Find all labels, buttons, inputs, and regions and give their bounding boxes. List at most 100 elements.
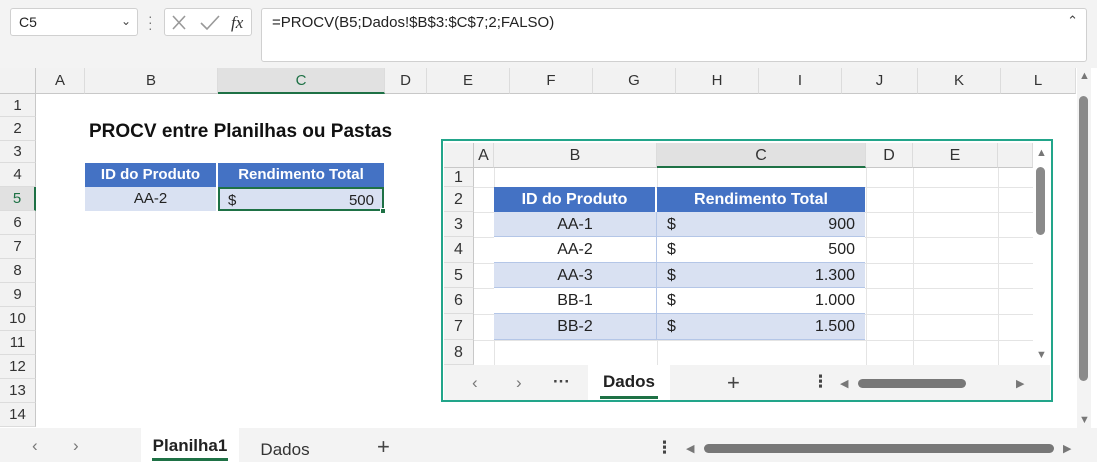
embedded-horizontal-scroll-thumb[interactable] — [858, 379, 966, 388]
row-header-12[interactable]: 12 — [0, 355, 36, 379]
embedded-column-header-c[interactable]: C — [657, 143, 866, 168]
more-options-icon[interactable]: · · · — [148, 9, 153, 35]
row-header-5[interactable]: 5 — [0, 187, 36, 211]
embedded-table-cell-value[interactable]: $1.500 — [657, 314, 865, 340]
embedded-scroll-up-icon[interactable]: ▲ — [1036, 147, 1047, 159]
embedded-gridline-v — [866, 168, 867, 365]
header-id-produto[interactable]: ID do Produto — [85, 163, 217, 187]
embedded-prev-sheet-icon[interactable]: ‹ — [472, 373, 478, 393]
name-box[interactable]: C5 ⌄ — [10, 8, 138, 36]
row-header-9[interactable]: 9 — [0, 283, 36, 307]
fill-handle[interactable] — [380, 208, 386, 214]
embedded-row-header-5[interactable]: 5 — [444, 263, 474, 288]
row-header-13[interactable]: 13 — [0, 379, 36, 403]
column-header-f[interactable]: F — [510, 68, 593, 94]
embedded-scroll-left-icon[interactable]: ◀ — [840, 377, 848, 390]
header-rendimento-total[interactable]: Rendimento Total — [218, 163, 384, 187]
collapse-icon[interactable]: ⌃ — [1067, 13, 1078, 29]
row-header-6[interactable]: 6 — [0, 211, 36, 235]
embedded-select-all-corner[interactable] — [444, 143, 474, 168]
embedded-table-cell-id[interactable]: AA-3 — [494, 263, 657, 288]
vertical-scrollbar[interactable]: ▲ ▼ — [1077, 68, 1091, 428]
cell-c5-value: 500 — [348, 192, 374, 209]
column-header-d[interactable]: D — [385, 68, 427, 94]
embedded-table-cell-value[interactable]: $900 — [657, 212, 865, 237]
formula-icons: fx — [172, 13, 244, 32]
embedded-header-rendimento-total[interactable]: Rendimento Total — [657, 187, 865, 212]
row-header-7[interactable]: 7 — [0, 235, 36, 259]
column-header-a[interactable]: A — [36, 68, 85, 94]
embedded-table-cell-id[interactable]: BB-1 — [494, 288, 657, 314]
column-header-i[interactable]: I — [759, 68, 842, 94]
column-header-b[interactable]: B — [85, 68, 218, 94]
embedded-row-header-2[interactable]: 2 — [444, 187, 474, 212]
column-header-c[interactable]: C — [218, 68, 385, 94]
scroll-left-icon[interactable]: ◀ — [686, 442, 694, 455]
embedded-tab-dados[interactable]: Dados — [588, 365, 670, 400]
embedded-table-cell-value[interactable]: $1.000 — [657, 288, 865, 314]
embedded-table-cell-id[interactable]: AA-1 — [494, 212, 657, 237]
embedded-column-header-b[interactable]: B — [494, 143, 657, 168]
cell-c5-selected[interactable]: $ 500 — [218, 187, 384, 211]
chevron-down-icon[interactable]: ⌄ — [121, 14, 131, 28]
cancel-icon[interactable] — [172, 15, 186, 30]
embedded-row-header-6[interactable]: 6 — [444, 288, 474, 314]
embedded-vertical-scroll-thumb[interactable] — [1036, 167, 1045, 235]
embedded-header-id-produto[interactable]: ID do Produto — [494, 187, 656, 212]
add-sheet-icon[interactable]: + — [377, 434, 390, 460]
embedded-table-cell-value[interactable]: $500 — [657, 237, 865, 263]
embedded-row-header-4[interactable]: 4 — [444, 237, 474, 263]
scroll-down-icon[interactable]: ▼ — [1079, 414, 1090, 426]
scroll-up-icon[interactable]: ▲ — [1079, 70, 1090, 82]
column-header-k[interactable]: K — [918, 68, 1001, 94]
embedded-horizontal-scrollbar[interactable]: ◀ ▶ — [838, 376, 1030, 390]
row-header-14[interactable]: 14 — [0, 403, 36, 427]
name-box-value: C5 — [19, 14, 37, 30]
vertical-scroll-thumb[interactable] — [1079, 96, 1088, 381]
horizontal-scrollbar[interactable]: ◀ ▶ — [684, 441, 1076, 455]
embedded-table-cell-id[interactable]: BB-2 — [494, 314, 657, 340]
tab-planilha1[interactable]: Planilha1 — [141, 428, 239, 462]
column-header-g[interactable]: G — [593, 68, 676, 94]
embedded-scroll-right-icon[interactable]: ▶ — [1016, 377, 1024, 390]
row-header-10[interactable]: 10 — [0, 307, 36, 331]
column-header-j[interactable]: J — [842, 68, 918, 94]
embedded-cell-currency: $ — [667, 318, 676, 335]
tab-options-icon[interactable]: ⋮ — [656, 438, 673, 458]
horizontal-scroll-thumb[interactable] — [704, 444, 1054, 453]
row-header-2[interactable]: 2 — [0, 117, 36, 141]
column-header-l[interactable]: L — [1001, 68, 1076, 94]
embedded-tab-options-icon[interactable]: ⋮ — [812, 372, 829, 392]
embedded-table-cell-value[interactable]: $1.300 — [657, 263, 865, 288]
embedded-scroll-down-icon[interactable]: ▼ — [1036, 349, 1047, 361]
fx-icon[interactable]: fx — [231, 13, 244, 32]
prev-sheet-icon[interactable]: ‹ — [32, 436, 38, 456]
row-header-11[interactable]: 11 — [0, 331, 36, 355]
row-header-8[interactable]: 8 — [0, 259, 36, 283]
row-header-3[interactable]: 3 — [0, 141, 36, 163]
embedded-column-header-d[interactable]: D — [866, 143, 913, 168]
embedded-row-header-1[interactable]: 1 — [444, 168, 474, 187]
embedded-add-sheet-icon[interactable]: + — [727, 370, 740, 396]
scroll-right-icon[interactable]: ▶ — [1063, 442, 1071, 455]
formula-input[interactable]: =PROCV(B5;Dados!$B$3:$C$7;2;FALSO) ⌃ — [261, 8, 1087, 62]
tab-dados[interactable]: Dados — [243, 428, 327, 462]
confirm-icon[interactable] — [200, 15, 220, 31]
embedded-row-header-8[interactable]: 8 — [444, 340, 474, 365]
embedded-vertical-scrollbar[interactable]: ▲ ▼ — [1034, 145, 1048, 365]
embedded-column-header-a[interactable]: A — [474, 143, 494, 168]
formula-text: =PROCV(B5;Dados!$B$3:$C$7;2;FALSO) — [272, 14, 555, 31]
embedded-more-sheets-icon[interactable]: ··· — [553, 372, 570, 392]
column-header-h[interactable]: H — [676, 68, 759, 94]
embedded-table-cell-id[interactable]: AA-2 — [494, 237, 657, 263]
embedded-next-sheet-icon[interactable]: › — [516, 373, 522, 393]
column-header-e[interactable]: E — [427, 68, 510, 94]
select-all-corner[interactable] — [0, 68, 36, 94]
embedded-column-header-e[interactable]: E — [913, 143, 998, 168]
cell-b5[interactable]: AA-2 — [85, 187, 217, 211]
next-sheet-icon[interactable]: › — [73, 436, 79, 456]
embedded-row-header-7[interactable]: 7 — [444, 314, 474, 340]
row-header-4[interactable]: 4 — [0, 163, 36, 187]
row-header-1[interactable]: 1 — [0, 94, 36, 117]
embedded-row-header-3[interactable]: 3 — [444, 212, 474, 237]
